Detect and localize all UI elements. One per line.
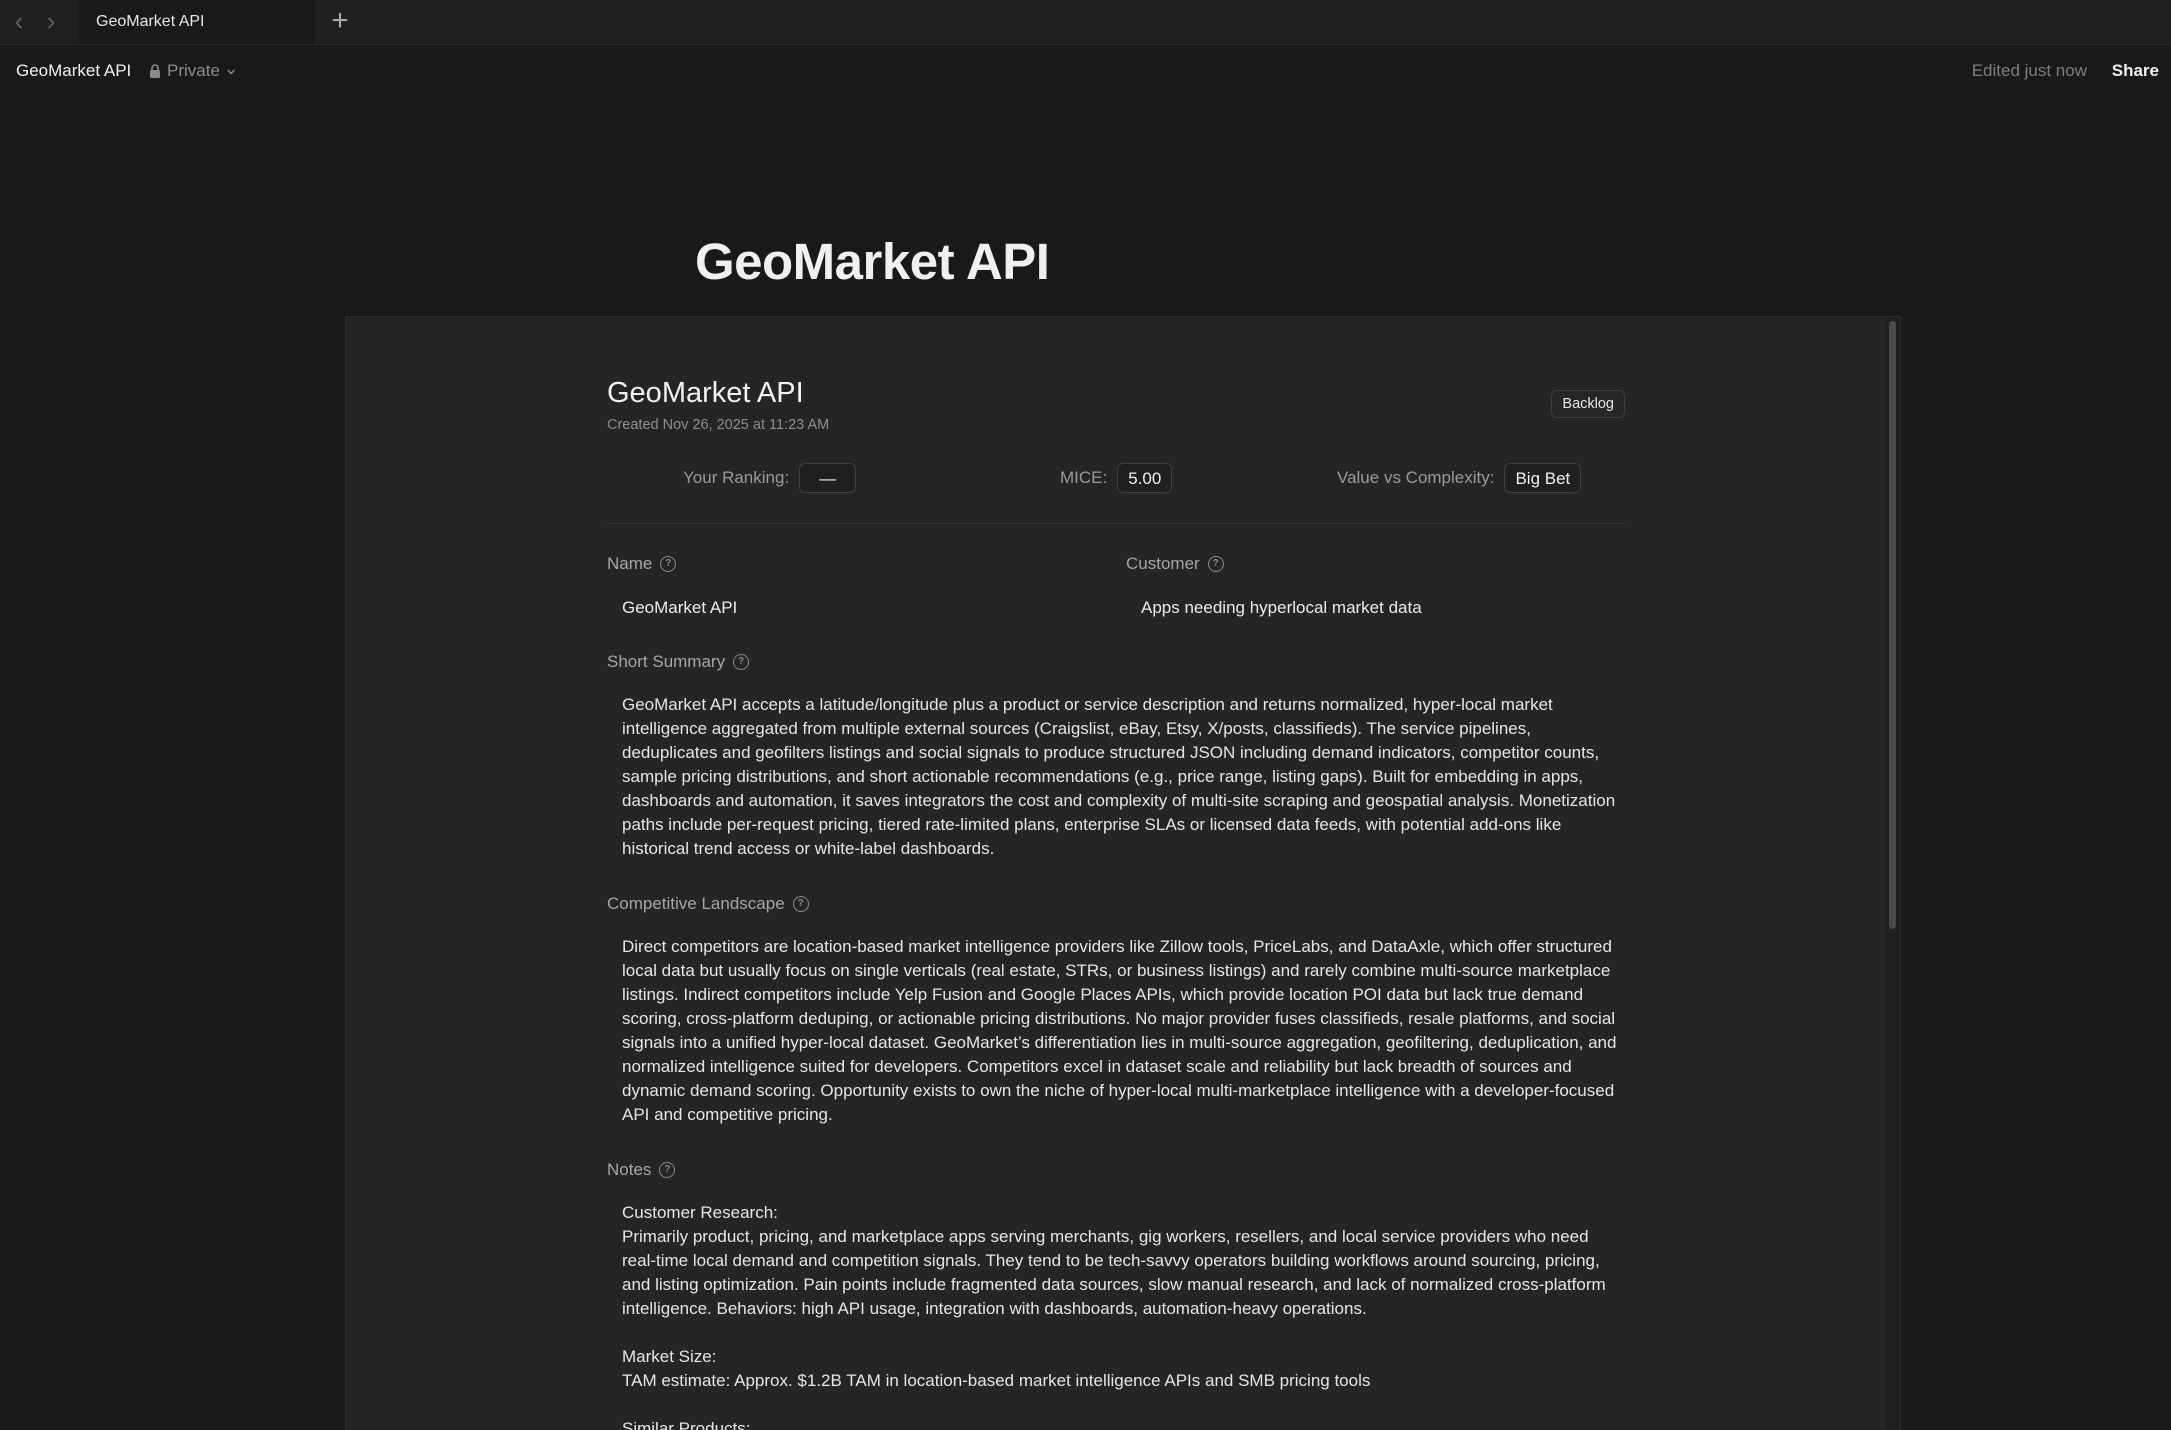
name-field-value[interactable]: GeoMarket API	[622, 598, 737, 618]
notes-field-label: Notes ?	[607, 1160, 676, 1180]
created-timestamp: Created Nov 26, 2025 at 11:23 AM	[607, 417, 830, 433]
summary-label-text: Short Summary	[607, 652, 726, 671]
mice-metric: MICE: 5.00	[1060, 461, 1173, 495]
notes-market-heading: Market Size:	[622, 1347, 717, 1366]
idea-card: GeoMarket API Created Nov 26, 2025 at 11…	[345, 316, 1901, 1430]
name-label-text: Name	[607, 554, 653, 573]
breadcrumb[interactable]: GeoMarket API	[16, 61, 131, 81]
value-complexity-label: Value vs Complexity:	[1337, 468, 1495, 487]
tab-bar: ‹ › GeoMarket API +	[0, 0, 2171, 45]
notes-text[interactable]: Customer Research: Primarily product, pr…	[622, 1201, 1622, 1430]
value-complexity-value: Big Bet	[1504, 463, 1582, 493]
notes-research-heading: Customer Research:	[622, 1203, 778, 1222]
help-icon[interactable]: ?	[660, 556, 677, 572]
help-icon[interactable]: ?	[792, 896, 809, 912]
ranking-metric: Your Ranking: —	[683, 461, 857, 495]
divider	[607, 523, 1625, 524]
scrollbar-thumb[interactable]	[1889, 321, 1896, 929]
card-title: GeoMarket API	[607, 377, 804, 409]
value-complexity-metric: Value vs Complexity: Big Bet	[1337, 461, 1582, 495]
notes-similar-heading: Similar Products:	[622, 1419, 751, 1430]
competitive-field-label: Competitive Landscape ?	[607, 894, 809, 914]
chevron-down-icon	[226, 61, 236, 81]
page-header-bar: GeoMarket API Private Edited just now Sh…	[0, 44, 2171, 96]
notes-research-text: Primarily product, pricing, and marketpl…	[622, 1227, 1606, 1318]
tab-geomarket-api[interactable]: GeoMarket API	[79, 0, 314, 44]
privacy-label: Private	[167, 61, 220, 80]
mice-value: 5.00	[1117, 463, 1173, 493]
help-icon[interactable]: ?	[733, 654, 750, 670]
customer-field-label: Customer ?	[1126, 554, 1224, 574]
summary-field-label: Short Summary ?	[607, 652, 750, 672]
summary-text[interactable]: GeoMarket API accepts a latitude/longitu…	[622, 693, 1622, 861]
competitive-label-text: Competitive Landscape	[607, 894, 785, 913]
customer-label-text: Customer	[1126, 554, 1200, 573]
metrics-row: Your Ranking: — MICE: 5.00 Value vs Comp…	[607, 461, 1625, 499]
scrollbar-track[interactable]	[1886, 317, 1900, 1430]
customer-field-value[interactable]: Apps needing hyperlocal market data	[1141, 598, 1422, 618]
help-icon[interactable]: ?	[659, 1162, 676, 1178]
share-button[interactable]: Share	[2112, 61, 2159, 81]
new-tab-plus-icon[interactable]: +	[326, 6, 354, 36]
competitive-text[interactable]: Direct competitors are location-based ma…	[622, 935, 1622, 1127]
page-title[interactable]: GeoMarket API	[695, 232, 1050, 291]
ranking-label: Your Ranking:	[683, 468, 790, 487]
notes-market-text: TAM estimate: Approx. $1.2B TAM in locat…	[622, 1371, 1371, 1390]
help-icon[interactable]: ?	[1207, 556, 1224, 572]
name-field-label: Name ?	[607, 554, 677, 574]
back-arrow-icon[interactable]: ‹	[8, 8, 30, 34]
ranking-input[interactable]: —	[799, 463, 857, 493]
edited-status: Edited just now	[1971, 61, 2087, 80]
notes-label-text: Notes	[607, 1160, 652, 1179]
mice-label: MICE:	[1060, 468, 1108, 487]
lock-icon	[149, 64, 161, 78]
status-badge[interactable]: Backlog	[1551, 390, 1625, 418]
forward-arrow-icon[interactable]: ›	[40, 8, 62, 34]
privacy-dropdown[interactable]: Private	[149, 61, 236, 81]
